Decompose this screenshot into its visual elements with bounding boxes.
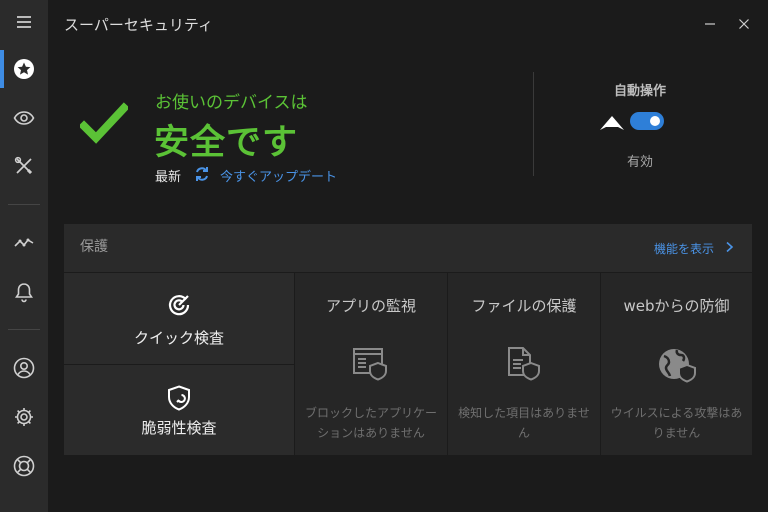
shield-scan-icon [168,385,190,411]
sidebar-item-activity[interactable] [0,222,48,262]
auto-mode-toggle[interactable] [630,112,664,130]
chart-line-icon [14,238,34,247]
hamburger-icon [17,16,31,28]
sidebar-item-settings[interactable] [0,397,48,437]
status-subtitle: お使いのデバイスは [155,93,308,113]
app-monitoring-tile[interactable]: アプリの監視 ブロックしたアプリケーションはありません [295,273,447,455]
protection-header: 保護 機能を表示 [64,224,752,272]
globe-shield-icon [658,349,696,383]
minimize-button[interactable] [702,16,718,32]
sidebar [0,0,48,512]
sidebar-item-privacy[interactable] [0,98,48,138]
sidebar-item-help[interactable] [0,446,48,486]
refresh-icon[interactable] [194,166,210,182]
sidebar-item-tools[interactable] [0,146,48,186]
vulnerability-scan-label: 脆弱性検査 [141,419,217,437]
bell-icon [15,283,33,303]
eye-icon [13,111,35,125]
file-shield-icon [508,347,540,381]
sidebar-divider [8,204,40,205]
tile-description: ウイルスによる攻撃はありません [610,406,743,440]
user-icon [13,357,35,379]
file-protection-tile[interactable]: ファイルの保護 検知した項目はありません [448,273,600,455]
autopilot-icon [600,116,624,130]
tools-icon [14,156,33,175]
lifebuoy-icon [13,455,35,477]
app-shield-icon [353,348,387,381]
protection-title: 保護 [80,239,108,255]
tile-title: アプリの監視 [325,297,416,315]
chevron-right-icon[interactable] [724,241,734,253]
close-icon [739,19,749,29]
sidebar-item-account[interactable] [0,348,48,388]
quick-scan-label: クイック検査 [133,329,224,347]
vertical-divider [533,72,534,176]
tile-description: 検知した項目はありません [458,406,590,440]
tile-description: ブロックしたアプリケーションはありません [304,406,437,440]
status-title: 安全です [154,123,299,163]
update-now-link[interactable]: 今すぐアップデート [220,166,337,185]
sidebar-divider [8,329,40,330]
auto-mode-title: 自動操作 [613,84,666,99]
shield-star-icon [14,59,34,79]
menu-button[interactable] [0,2,48,42]
minimize-icon [705,23,715,25]
update-state: 最新 [155,170,182,185]
web-protection-tile[interactable]: webからの防御 ウイルスによる攻撃はありません [601,273,752,455]
tile-title: ファイルの保護 [471,297,577,315]
gear-icon [15,408,33,426]
close-button[interactable] [736,16,752,32]
target-icon [168,295,190,316]
auto-mode-status: 有効 [626,155,653,170]
app-title: スーパーセキュリティ [64,16,213,34]
tile-title: webからの防御 [623,297,730,315]
title-bar: スーパーセキュリティ [48,0,768,48]
show-features-link[interactable]: 機能を表示 [654,240,714,257]
sidebar-item-home[interactable] [0,49,48,89]
vulnerability-scan-button[interactable]: 脆弱性検査 [64,365,294,455]
quick-scan-button[interactable]: クイック検査 [64,273,294,364]
toggle-knob [650,116,660,126]
sidebar-item-notifications[interactable] [0,272,48,312]
checkmark-icon [80,102,128,144]
